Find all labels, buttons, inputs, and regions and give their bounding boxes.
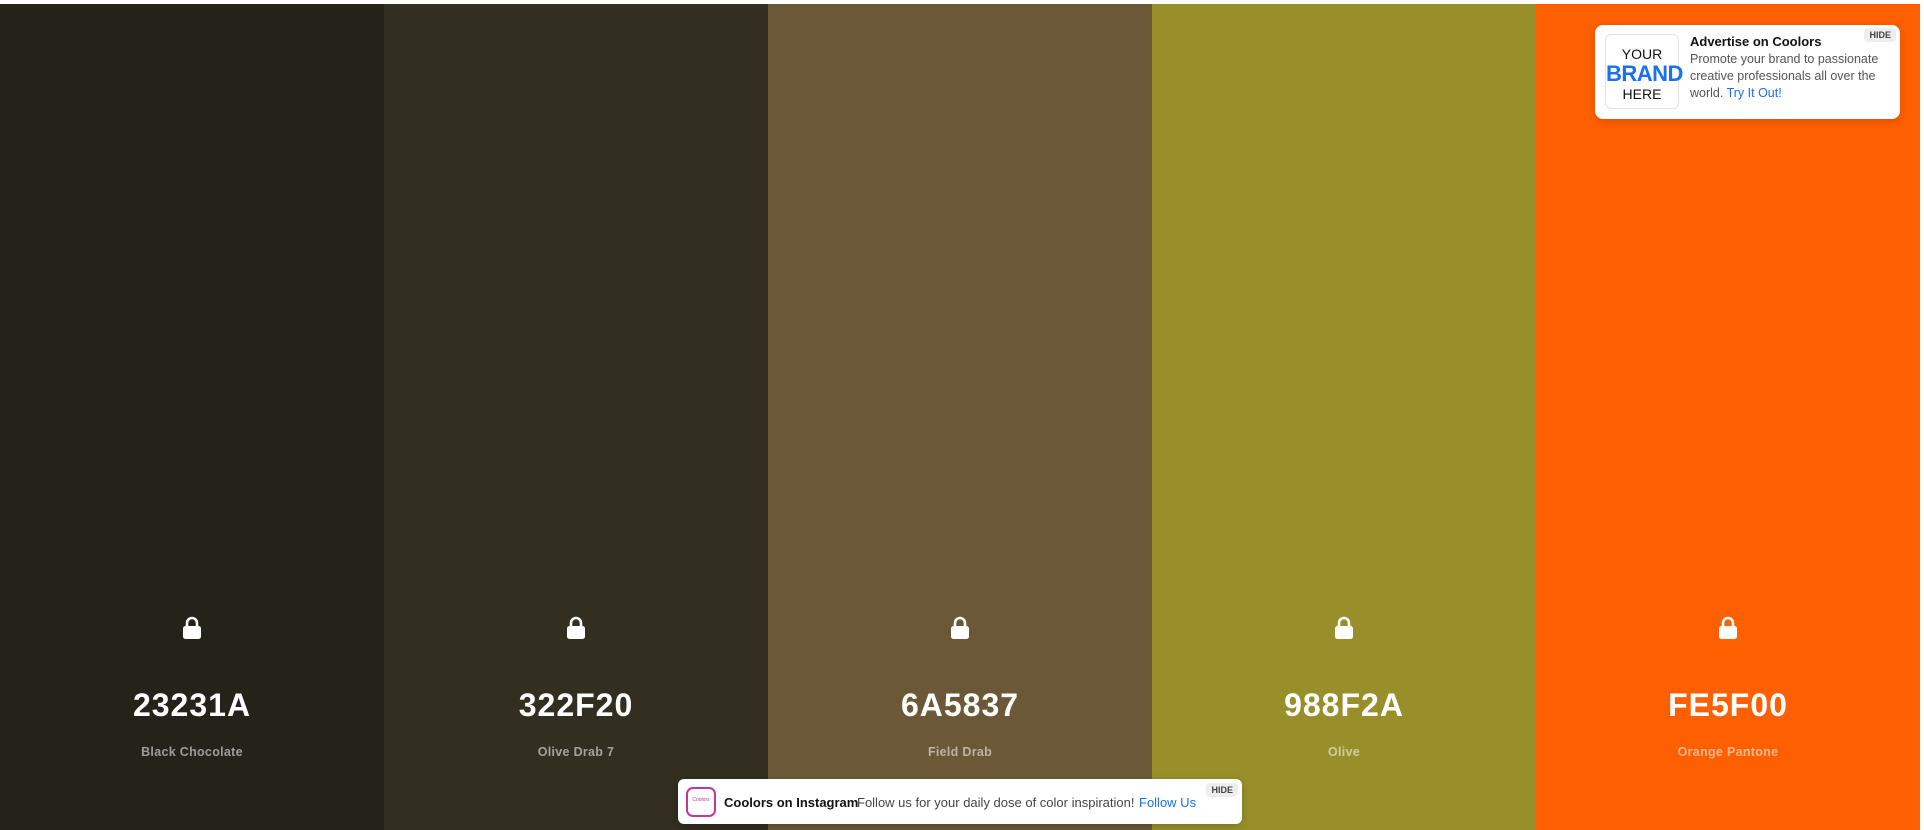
- instagram-logo: Coolors: [686, 787, 716, 817]
- ad-card: YOUR BRAND HERE Advertise on Coolors Pro…: [1595, 25, 1900, 119]
- color-swatch[interactable]: FE5F00 Orange Pantone: [1536, 4, 1920, 830]
- lock-icon[interactable]: [182, 616, 202, 640]
- brand-logo-line2: BRAND: [1606, 61, 1683, 86]
- color-name: Orange Pantone: [1677, 745, 1779, 759]
- color-swatch[interactable]: 988F2A Olive: [1152, 4, 1536, 830]
- color-swatch[interactable]: 6A5837 Field Drab: [768, 4, 1152, 830]
- ad-description: Promote your brand to passionate creativ…: [1690, 52, 1879, 100]
- color-swatch[interactable]: 322F20 Olive Drab 7: [384, 4, 768, 830]
- ad-hide-button[interactable]: HIDE: [1864, 28, 1896, 42]
- color-name: Field Drab: [927, 745, 993, 759]
- color-hex-code[interactable]: 322F20: [384, 687, 768, 724]
- palette: 23231A Black Chocolate 322F20 Olive Drab 7 6…: [0, 4, 1920, 830]
- lock-icon[interactable]: [950, 616, 970, 640]
- color-hex-code[interactable]: FE5F00: [1536, 687, 1920, 724]
- instagram-text: Follow us for your daily dose of color i…: [857, 795, 1135, 810]
- color-name: Black Chocolate: [141, 745, 243, 759]
- lock-icon[interactable]: [1334, 616, 1354, 640]
- instagram-hide-button[interactable]: HIDE: [1206, 783, 1238, 797]
- follow-us-link[interactable]: Follow Us: [1139, 795, 1196, 810]
- color-swatch[interactable]: 23231A Black Chocolate: [0, 4, 384, 830]
- ad-text: Promote your brand to passionate creativ…: [1690, 51, 1893, 102]
- instagram-logo-text: Coolors: [692, 797, 710, 803]
- color-hex-code[interactable]: 23231A: [0, 687, 384, 724]
- ad-link[interactable]: Try It Out!: [1727, 86, 1782, 100]
- color-hex-code[interactable]: 6A5837: [768, 687, 1152, 724]
- brand-logo-line3: HERE: [1622, 86, 1662, 102]
- lock-icon[interactable]: [1718, 616, 1738, 640]
- brand-logo: YOUR BRAND HERE: [1605, 34, 1683, 109]
- ad-title: Advertise on Coolors: [1690, 34, 1822, 49]
- lock-icon[interactable]: [566, 616, 586, 640]
- brand-logo-line1: YOUR: [1621, 46, 1663, 62]
- color-hex-code[interactable]: 988F2A: [1152, 687, 1536, 724]
- color-name: Olive Drab 7: [537, 745, 615, 759]
- window-edge: [1920, 0, 1924, 830]
- app-window: 23231A Black Chocolate 322F20 Olive Drab 7 6…: [0, 0, 1924, 830]
- color-name: Olive: [1327, 745, 1361, 759]
- instagram-banner: Coolors Coolors on Instagram Follow us f…: [678, 779, 1242, 824]
- instagram-title: Coolors on Instagram: [724, 795, 859, 810]
